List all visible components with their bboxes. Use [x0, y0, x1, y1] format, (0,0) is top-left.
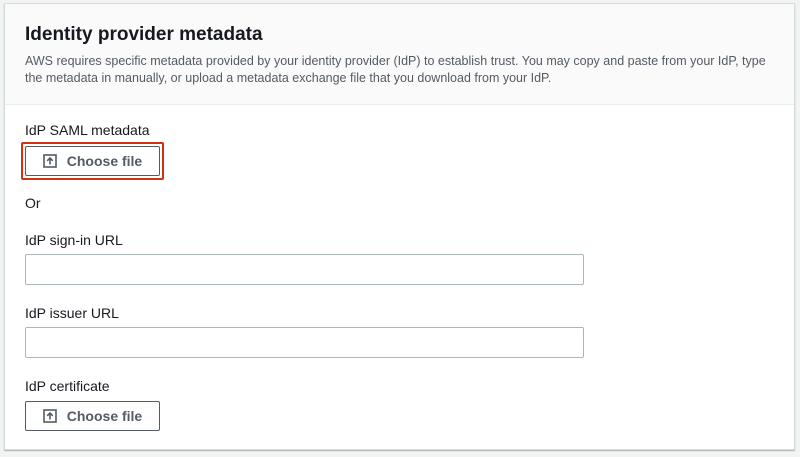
upload-icon — [42, 154, 57, 168]
panel-header: Identity provider metadata AWS requires … — [5, 4, 794, 105]
identity-provider-metadata-panel: Identity provider metadata AWS requires … — [4, 3, 795, 450]
saml-metadata-label: IdP SAML metadata — [25, 122, 150, 138]
sign-in-url-input[interactable] — [25, 254, 584, 285]
saml-metadata-button-label: Choose file — [66, 153, 143, 169]
saml-metadata-choose-file-button[interactable]: Choose file — [25, 146, 160, 176]
certificate-label: IdP certificate — [25, 378, 110, 394]
upload-icon — [42, 409, 57, 423]
issuer-url-label: IdP issuer URL — [25, 305, 119, 321]
or-separator: Or — [25, 195, 41, 211]
certificate-button-label: Choose file — [66, 408, 143, 424]
certificate-choose-file-button[interactable]: Choose file — [25, 401, 160, 431]
panel-title: Identity provider metadata — [25, 24, 263, 45]
panel-description: AWS requires specific metadata provided … — [25, 54, 766, 85]
sign-in-url-label: IdP sign-in URL — [25, 232, 123, 248]
issuer-url-input[interactable] — [25, 327, 584, 358]
